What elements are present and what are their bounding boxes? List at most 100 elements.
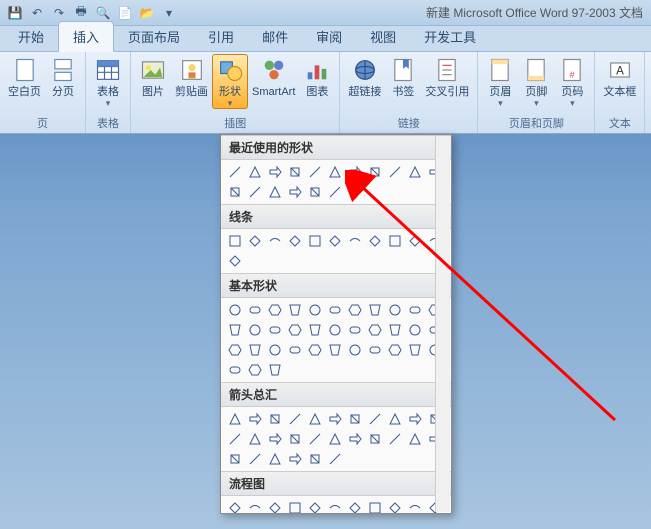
shape-item[interactable] <box>266 430 284 448</box>
shape-item[interactable] <box>266 321 284 339</box>
textbox-button[interactable]: A文本框 <box>599 54 640 101</box>
shape-item[interactable] <box>346 321 364 339</box>
tab-1[interactable]: 插入 <box>58 21 114 52</box>
tab-0[interactable]: 开始 <box>4 22 58 51</box>
hyperlink-button[interactable]: 超链接 <box>344 54 385 101</box>
shape-item[interactable] <box>286 499 304 514</box>
shape-item[interactable] <box>406 301 424 319</box>
shape-item[interactable] <box>226 450 244 468</box>
shape-item[interactable] <box>406 163 424 181</box>
tab-7[interactable]: 开发工具 <box>410 22 490 51</box>
shape-item[interactable] <box>266 183 284 201</box>
shape-item[interactable] <box>226 252 244 270</box>
shape-item[interactable] <box>246 361 264 379</box>
shape-item[interactable] <box>386 232 404 250</box>
shape-item[interactable] <box>306 410 324 428</box>
shape-item[interactable] <box>266 341 284 359</box>
tab-4[interactable]: 邮件 <box>248 22 302 51</box>
footer-button[interactable]: 页脚▾ <box>518 54 554 109</box>
shape-item[interactable] <box>366 321 384 339</box>
undo-icon[interactable]: ↶ <box>27 3 47 23</box>
shape-item[interactable] <box>386 301 404 319</box>
shape-item[interactable] <box>406 232 424 250</box>
shape-item[interactable] <box>346 341 364 359</box>
shape-item[interactable] <box>266 361 284 379</box>
pagenum-button[interactable]: #页码▾ <box>554 54 590 109</box>
tab-2[interactable]: 页面布局 <box>114 22 194 51</box>
shape-item[interactable] <box>286 301 304 319</box>
shape-item[interactable] <box>266 301 284 319</box>
qat-more-icon[interactable]: ▾ <box>159 3 179 23</box>
tab-3[interactable]: 引用 <box>194 22 248 51</box>
preview-icon[interactable]: 🔍 <box>93 3 113 23</box>
shape-item[interactable] <box>226 410 244 428</box>
shape-item[interactable] <box>406 430 424 448</box>
shape-item[interactable] <box>366 163 384 181</box>
shape-item[interactable] <box>266 163 284 181</box>
redo-icon[interactable]: ↷ <box>49 3 69 23</box>
shape-item[interactable] <box>226 361 244 379</box>
shape-item[interactable] <box>246 163 264 181</box>
shape-item[interactable] <box>266 410 284 428</box>
page-break-button[interactable]: 分页 <box>45 54 81 101</box>
clipart-button[interactable]: 剪贴画 <box>171 54 212 101</box>
shape-item[interactable] <box>246 321 264 339</box>
tab-5[interactable]: 审阅 <box>302 22 356 51</box>
shape-item[interactable] <box>226 163 244 181</box>
shape-item[interactable] <box>286 183 304 201</box>
shape-item[interactable] <box>266 499 284 514</box>
shape-item[interactable] <box>346 499 364 514</box>
shape-item[interactable] <box>386 341 404 359</box>
shape-item[interactable] <box>406 499 424 514</box>
shape-item[interactable] <box>346 163 364 181</box>
shape-item[interactable] <box>346 410 364 428</box>
shape-item[interactable] <box>366 499 384 514</box>
shape-item[interactable] <box>326 163 344 181</box>
shape-item[interactable] <box>326 232 344 250</box>
shape-item[interactable] <box>226 183 244 201</box>
shape-item[interactable] <box>366 232 384 250</box>
picture-button[interactable]: 图片 <box>135 54 171 101</box>
shape-item[interactable] <box>366 301 384 319</box>
shape-item[interactable] <box>406 321 424 339</box>
shape-item[interactable] <box>226 430 244 448</box>
shape-item[interactable] <box>326 301 344 319</box>
shape-item[interactable] <box>246 183 264 201</box>
shape-item[interactable] <box>266 450 284 468</box>
shape-item[interactable] <box>306 183 324 201</box>
tab-6[interactable]: 视图 <box>356 22 410 51</box>
shape-item[interactable] <box>246 430 264 448</box>
shape-item[interactable] <box>306 301 324 319</box>
shape-item[interactable] <box>226 341 244 359</box>
shape-item[interactable] <box>346 301 364 319</box>
shape-item[interactable] <box>246 232 264 250</box>
shape-item[interactable] <box>386 499 404 514</box>
shape-item[interactable] <box>326 499 344 514</box>
scrollbar[interactable] <box>435 136 450 512</box>
shape-item[interactable] <box>306 499 324 514</box>
shape-item[interactable] <box>286 232 304 250</box>
shape-item[interactable] <box>366 341 384 359</box>
shape-item[interactable] <box>306 232 324 250</box>
shape-item[interactable] <box>226 321 244 339</box>
shape-item[interactable] <box>366 430 384 448</box>
shape-item[interactable] <box>286 163 304 181</box>
shape-item[interactable] <box>326 410 344 428</box>
shape-item[interactable] <box>306 430 324 448</box>
shape-item[interactable] <box>286 410 304 428</box>
shape-item[interactable] <box>286 450 304 468</box>
shape-item[interactable] <box>386 163 404 181</box>
shapes-button[interactable]: 形状▾ <box>212 54 248 109</box>
shape-item[interactable] <box>406 341 424 359</box>
shape-item[interactable] <box>326 430 344 448</box>
shape-item[interactable] <box>306 163 324 181</box>
shape-item[interactable] <box>246 301 264 319</box>
shape-item[interactable] <box>306 321 324 339</box>
shape-item[interactable] <box>286 321 304 339</box>
shape-item[interactable] <box>226 232 244 250</box>
save-icon[interactable]: 💾 <box>5 3 25 23</box>
shape-item[interactable] <box>386 321 404 339</box>
shape-item[interactable] <box>346 232 364 250</box>
smartart-button[interactable]: SmartArt <box>248 54 299 101</box>
shape-item[interactable] <box>226 301 244 319</box>
